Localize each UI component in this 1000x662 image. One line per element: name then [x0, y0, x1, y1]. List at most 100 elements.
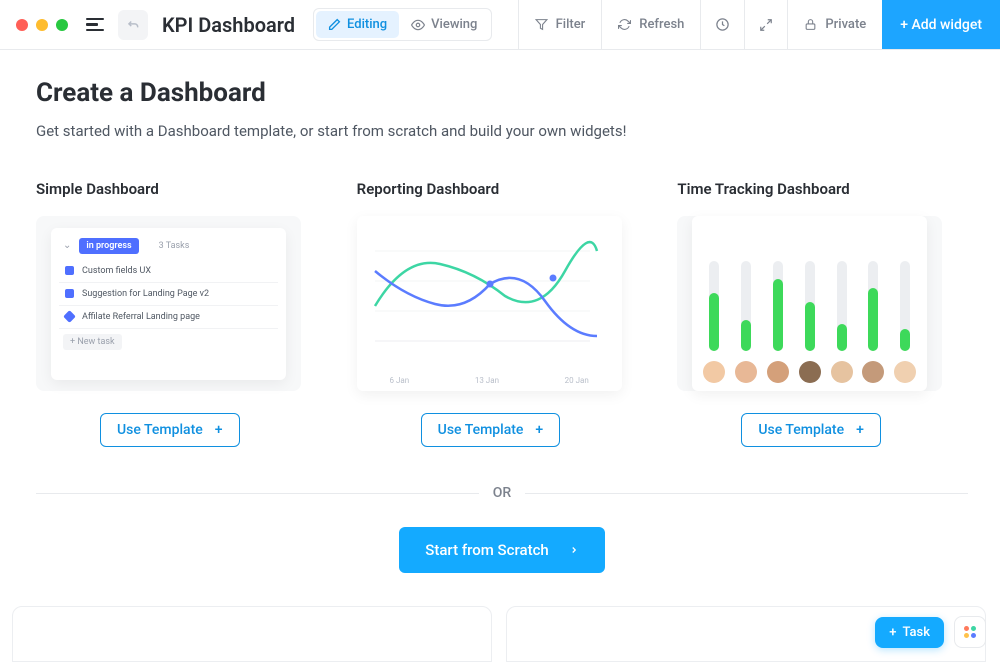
lock-icon — [804, 18, 817, 31]
preview-timetracking-inner — [692, 216, 927, 391]
back-button[interactable] — [118, 10, 148, 40]
new-task-fab[interactable]: + Task — [875, 617, 944, 648]
use-template-label: Use Template — [758, 422, 844, 438]
template-card-timetracking: Time Tracking Dashboard — [677, 180, 968, 447]
filter-icon — [535, 18, 548, 31]
avatar-row — [698, 361, 921, 383]
apps-button[interactable] — [954, 616, 986, 648]
content-subheading: Get started with a Dashboard template, o… — [36, 122, 968, 140]
list-item: Suggestion for Landing Page v2 — [59, 283, 278, 306]
scratch-label: Start from Scratch — [425, 541, 548, 559]
avatar — [735, 361, 757, 383]
page-title: KPI Dashboard — [162, 13, 295, 37]
maximize-window-icon[interactable] — [56, 19, 68, 31]
or-divider: OR — [36, 485, 968, 501]
expand-icon — [759, 18, 773, 32]
editing-mode-button[interactable]: Editing — [316, 11, 399, 38]
divider-line — [36, 493, 479, 494]
plus-icon: + — [215, 422, 223, 438]
topbar: KPI Dashboard Editing Viewing Filter Ref… — [0, 0, 1000, 50]
bar — [837, 261, 847, 351]
plus-icon: + — [856, 422, 864, 438]
template-preview-timetracking[interactable] — [677, 216, 942, 391]
eye-icon — [411, 18, 425, 32]
plus-icon: + — [889, 625, 896, 640]
chevron-right-icon — [569, 543, 579, 557]
x-tick: 13 Jan — [475, 376, 499, 385]
template-preview-simple[interactable]: ⌄ in progress 3 Tasks Custom fields UX S… — [36, 216, 301, 391]
task-label: Suggestion for Landing Page v2 — [82, 289, 209, 299]
preview-simple-inner: ⌄ in progress 3 Tasks Custom fields UX S… — [51, 228, 286, 380]
use-template-button[interactable]: Use Template + — [741, 413, 881, 447]
task-count: 3 Tasks — [159, 241, 190, 251]
chart-x-axis: 6 Jan 13 Jan 20 Jan — [357, 376, 622, 385]
edit-view-toggle: Editing Viewing — [313, 8, 492, 41]
template-title: Time Tracking Dashboard — [677, 180, 968, 198]
status-badge: in progress — [79, 238, 138, 254]
template-preview-reporting[interactable]: 6 Jan 13 Jan 20 Jan — [357, 216, 622, 391]
square-icon — [65, 289, 74, 298]
avatar — [894, 361, 916, 383]
chevron-down-icon: ⌄ — [63, 240, 71, 251]
private-label: Private — [825, 17, 866, 32]
content-heading: Create a Dashboard — [36, 78, 968, 108]
task-label: Custom fields UX — [82, 266, 151, 276]
use-template-label: Use Template — [438, 422, 524, 438]
bar — [741, 261, 751, 351]
bar — [868, 261, 878, 351]
sharing-private-button[interactable]: Private — [787, 0, 882, 49]
new-task-button: + New task — [63, 334, 122, 350]
divider-line — [525, 493, 968, 494]
fullscreen-button[interactable] — [744, 0, 787, 49]
bar — [709, 261, 719, 351]
filter-label: Filter — [556, 17, 586, 32]
bar — [805, 261, 815, 351]
minimize-window-icon[interactable] — [36, 19, 48, 31]
viewing-label: Viewing — [431, 17, 477, 32]
toolbar-right: Filter Refresh Private + Add widget — [518, 0, 1000, 49]
avatar — [799, 361, 821, 383]
content: Create a Dashboard Get started with a Da… — [0, 50, 1000, 573]
apps-grid-icon — [964, 626, 976, 638]
add-widget-button[interactable]: + Add widget — [882, 0, 1000, 49]
filter-button[interactable]: Filter — [518, 0, 602, 49]
window-traffic-lights — [16, 19, 68, 31]
floating-actions: + Task — [875, 616, 986, 648]
refresh-label: Refresh — [639, 17, 684, 32]
refresh-icon — [618, 18, 631, 31]
task-label: Affilate Referral Landing page — [82, 312, 200, 322]
task-label: Task — [902, 625, 930, 640]
use-template-label: Use Template — [117, 422, 203, 438]
avatar — [831, 361, 853, 383]
pencil-icon — [328, 18, 341, 31]
template-card-simple: Simple Dashboard ⌄ in progress 3 Tasks C… — [36, 180, 327, 447]
square-icon — [65, 266, 74, 275]
list-item: Custom fields UX — [59, 260, 278, 283]
sidebar-toggle-icon[interactable] — [86, 18, 104, 32]
diamond-icon — [63, 310, 76, 323]
template-cards-row: Simple Dashboard ⌄ in progress 3 Tasks C… — [36, 180, 968, 447]
template-title: Simple Dashboard — [36, 180, 327, 198]
avatar — [703, 361, 725, 383]
avatar — [862, 361, 884, 383]
clock-icon — [715, 17, 730, 32]
or-label: OR — [493, 485, 511, 501]
x-tick: 6 Jan — [390, 376, 410, 385]
add-widget-label: + Add widget — [900, 17, 982, 33]
bar — [773, 261, 783, 351]
close-window-icon[interactable] — [16, 19, 28, 31]
autorefresh-button[interactable] — [700, 0, 744, 49]
use-template-button[interactable]: Use Template + — [421, 413, 561, 447]
template-card-reporting: Reporting Dashboard 6 Jan — [357, 180, 648, 447]
list-item: Affilate Referral Landing page — [59, 306, 278, 329]
start-from-scratch-button[interactable]: Start from Scratch — [399, 527, 604, 573]
preview-reporting-inner: 6 Jan 13 Jan 20 Jan — [357, 216, 622, 391]
editing-label: Editing — [347, 17, 387, 32]
viewing-mode-button[interactable]: Viewing — [399, 11, 489, 38]
use-template-button[interactable]: Use Template + — [100, 413, 240, 447]
plus-icon: + — [535, 422, 543, 438]
x-tick: 20 Jan — [565, 376, 589, 385]
refresh-button[interactable]: Refresh — [601, 0, 700, 49]
avatar — [767, 361, 789, 383]
line-chart-icon — [365, 226, 600, 356]
